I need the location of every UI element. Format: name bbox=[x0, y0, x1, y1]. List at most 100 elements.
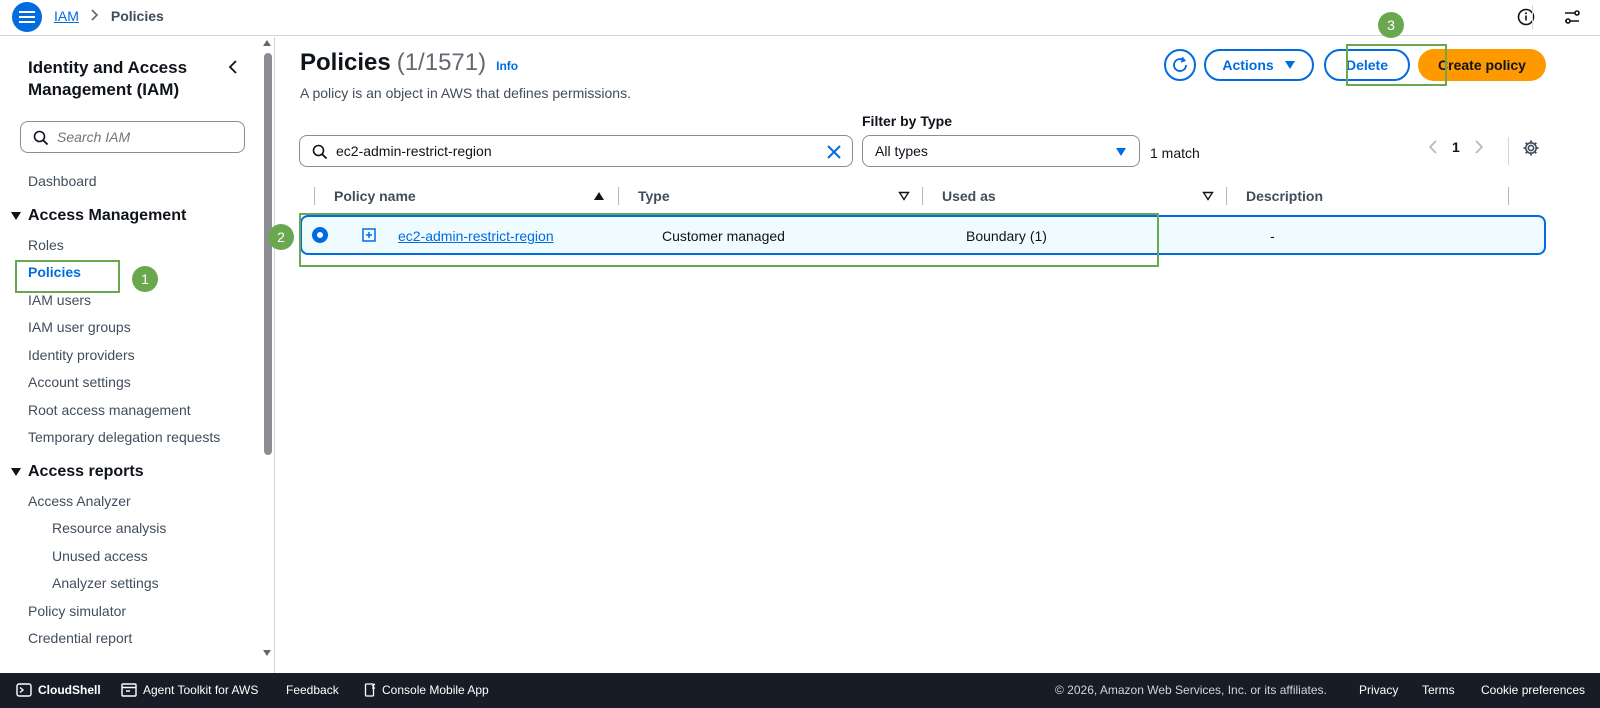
nav-temporary-delegation-requests[interactable]: Temporary delegation requests bbox=[28, 429, 220, 445]
nav-account-settings[interactable]: Account settings bbox=[28, 374, 131, 390]
expand-icon[interactable] bbox=[362, 228, 376, 242]
page-title: Policies (1/1571) Info bbox=[300, 49, 518, 77]
nav-policies[interactable]: Policies bbox=[28, 264, 81, 280]
column-header-type[interactable]: Type bbox=[638, 188, 670, 204]
caret-down-icon bbox=[1284, 61, 1295, 69]
nav-iam-user-groups[interactable]: IAM user groups bbox=[28, 319, 131, 335]
nav-section-access-management[interactable]: Access Management bbox=[10, 207, 186, 225]
main-content: Policies (1/1571) Info A policy is an ob… bbox=[276, 37, 1600, 673]
chevron-left-icon bbox=[228, 60, 237, 74]
nav-resource-analysis[interactable]: Resource analysis bbox=[52, 520, 166, 536]
create-policy-label: Create policy bbox=[1438, 57, 1526, 73]
footer-mobile-app-label: Console Mobile App bbox=[382, 683, 489, 697]
footer-copyright: © 2026, Amazon Web Services, Inc. or its… bbox=[1055, 683, 1327, 697]
info-link[interactable]: Info bbox=[496, 59, 518, 73]
search-icon bbox=[33, 130, 49, 146]
caret-down-icon bbox=[1116, 148, 1126, 156]
nav-policy-simulator[interactable]: Policy simulator bbox=[28, 603, 126, 619]
page-title-text: Policies bbox=[300, 49, 391, 76]
terminal-icon bbox=[16, 683, 32, 697]
gear-icon[interactable] bbox=[1522, 139, 1540, 157]
column-divider[interactable] bbox=[618, 187, 619, 205]
footer-terms[interactable]: Terms bbox=[1422, 683, 1455, 697]
sidebar: Identity and Access Management (IAM) Das… bbox=[0, 37, 275, 673]
refresh-button[interactable] bbox=[1164, 49, 1196, 81]
nav-section-access-reports[interactable]: Access reports bbox=[10, 463, 144, 481]
footer-cookie-preferences[interactable]: Cookie preferences bbox=[1481, 683, 1585, 697]
column-divider bbox=[314, 187, 315, 205]
footer-agent-toolkit-label: Agent Toolkit for AWS bbox=[143, 683, 259, 697]
footer-mobile-app[interactable]: Console Mobile App bbox=[364, 683, 489, 697]
caret-down-icon bbox=[11, 212, 21, 220]
column-header-used-as[interactable]: Used as bbox=[942, 188, 996, 204]
breadcrumb: IAM Policies bbox=[54, 8, 164, 24]
nav-identity-providers[interactable]: Identity providers bbox=[28, 347, 135, 363]
footer-cloudshell-label: CloudShell bbox=[38, 683, 101, 697]
sort-icon[interactable] bbox=[1202, 191, 1214, 201]
column-header-policy-name[interactable]: Policy name bbox=[334, 188, 416, 204]
column-divider[interactable] bbox=[922, 187, 923, 205]
section-label: Access reports bbox=[28, 463, 144, 480]
filter-type-select[interactable]: All types bbox=[862, 135, 1140, 167]
section-label: Access Management bbox=[28, 207, 187, 224]
actions-dropdown-button[interactable]: Actions bbox=[1204, 49, 1314, 81]
sidebar-search-field[interactable] bbox=[20, 121, 245, 153]
collapse-sidebar-button[interactable] bbox=[226, 59, 242, 75]
search-icon bbox=[312, 144, 328, 160]
clear-icon[interactable] bbox=[826, 144, 842, 160]
chevron-left-icon[interactable] bbox=[1428, 140, 1438, 154]
nav-iam-users[interactable]: IAM users bbox=[28, 292, 91, 308]
caret-down-icon bbox=[11, 468, 21, 476]
annotation-badge-2: 2 bbox=[268, 224, 294, 250]
toolkit-icon bbox=[121, 683, 137, 697]
filter-by-type-label: Filter by Type bbox=[862, 113, 952, 129]
sidebar-search-input[interactable] bbox=[57, 129, 227, 145]
page-number[interactable]: 1 bbox=[1452, 139, 1460, 155]
sidebar-scrollbar-thumb[interactable] bbox=[264, 53, 272, 455]
sort-icon[interactable] bbox=[898, 191, 910, 201]
nav-root-access-management[interactable]: Root access management bbox=[28, 402, 191, 418]
footer-feedback-label: Feedback bbox=[286, 683, 339, 697]
footer-cloudshell[interactable]: CloudShell bbox=[16, 683, 101, 697]
policy-search-field[interactable] bbox=[299, 135, 853, 167]
scroll-up-arrow-icon[interactable] bbox=[262, 39, 272, 47]
policy-description: - bbox=[1270, 228, 1275, 244]
footer-agent-toolkit[interactable]: Agent Toolkit for AWS bbox=[121, 683, 258, 697]
scroll-down-arrow-icon[interactable] bbox=[262, 649, 272, 657]
create-policy-button[interactable]: Create policy bbox=[1418, 49, 1546, 81]
info-icon[interactable] bbox=[1515, 6, 1537, 28]
table-header: Policy name Type Used as Description bbox=[300, 185, 1548, 209]
chevron-right-icon[interactable] bbox=[1474, 140, 1484, 154]
delete-button[interactable]: Delete bbox=[1324, 49, 1410, 81]
filter-type-value: All types bbox=[875, 143, 928, 159]
policy-type: Customer managed bbox=[662, 228, 785, 244]
nav-credential-report[interactable]: Credential report bbox=[28, 630, 132, 646]
column-header-description[interactable]: Description bbox=[1246, 188, 1323, 204]
delete-label: Delete bbox=[1345, 57, 1389, 73]
top-navigation-bar: IAM Policies bbox=[0, 0, 1600, 36]
policy-name-link[interactable]: ec2-admin-restrict-region bbox=[398, 228, 554, 244]
nav-access-analyzer[interactable]: Access Analyzer bbox=[28, 493, 131, 509]
footer-privacy[interactable]: Privacy bbox=[1359, 683, 1398, 697]
pager-divider bbox=[1508, 137, 1509, 165]
topbar-divider bbox=[1532, 5, 1533, 29]
nav-analyzer-settings[interactable]: Analyzer settings bbox=[52, 575, 159, 591]
chevron-right-icon bbox=[91, 8, 99, 24]
table-row[interactable]: ec2-admin-restrict-region Customer manag… bbox=[300, 215, 1546, 255]
nav-roles[interactable]: Roles bbox=[28, 237, 64, 253]
breadcrumb-iam-link[interactable]: IAM bbox=[54, 8, 79, 24]
sort-ascending-icon[interactable] bbox=[593, 191, 605, 201]
footer-feedback[interactable]: Feedback bbox=[286, 683, 339, 697]
footer: CloudShell Agent Toolkit for AWS Feedbac… bbox=[0, 673, 1600, 708]
nav-dashboard[interactable]: Dashboard bbox=[28, 173, 97, 189]
column-divider[interactable] bbox=[1226, 187, 1227, 205]
nav-unused-access[interactable]: Unused access bbox=[52, 548, 148, 564]
page-description: A policy is an object in AWS that define… bbox=[300, 85, 631, 101]
row-radio-selected[interactable] bbox=[312, 227, 328, 243]
column-divider[interactable] bbox=[1508, 187, 1509, 205]
hamburger-menu-button[interactable] bbox=[12, 2, 42, 32]
breadcrumb-current: Policies bbox=[110, 8, 164, 24]
annotation-badge-3: 3 bbox=[1378, 12, 1404, 38]
policy-search-input[interactable] bbox=[336, 143, 806, 159]
settings-toggle-icon[interactable] bbox=[1561, 6, 1583, 28]
